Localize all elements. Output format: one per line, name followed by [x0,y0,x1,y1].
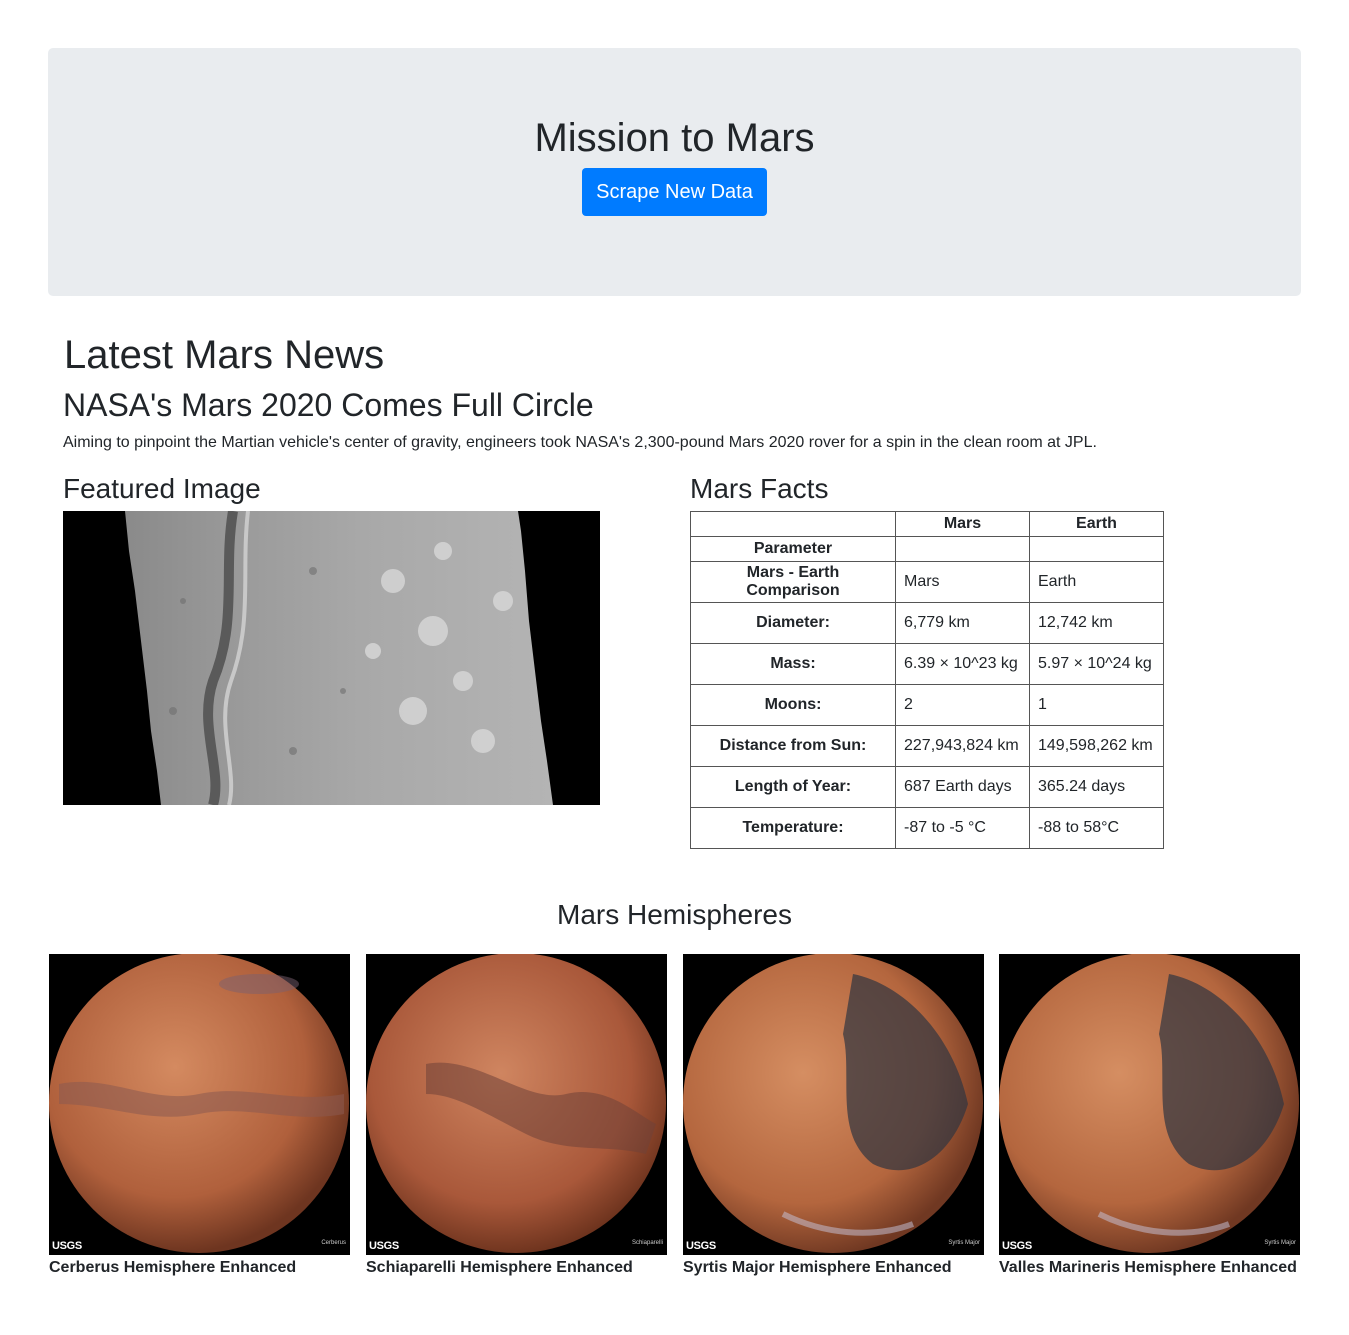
table-row: Diameter: 6,779 km 12,742 km [690,602,1164,644]
row-mars: 2 [895,684,1030,726]
mars-facts-heading: Mars Facts [690,473,829,504]
page-title: Mission to Mars [534,116,815,160]
usgs-logo: USGS [1002,1240,1032,1252]
row-earth: 149,598,262 km [1029,725,1164,767]
row-mars: 6.39 × 10^23 kg [895,643,1030,685]
table-row: Distance from Sun: 227,943,824 km 149,59… [690,725,1164,767]
image-tag: Syrtis Major [1264,1240,1296,1246]
mars-globe-graphic [683,954,984,1255]
param-label: Parameter [690,536,896,562]
row-label: Temperature: [690,807,896,849]
hemisphere-caption[interactable]: Valles Marineris Hemisphere Enhanced [999,1256,1300,1280]
image-tag: Schiaparelli [631,1240,663,1246]
row-label: Mars - Earth Comparison [690,561,896,603]
row-earth: 365.24 days [1029,766,1164,808]
row-label: Moons: [690,684,896,726]
row-label: Length of Year: [690,766,896,808]
usgs-logo: USGS [369,1240,399,1252]
row-label: Distance from Sun: [690,725,896,767]
news-title: NASA's Mars 2020 Comes Full Circle [63,387,594,423]
table-row: Moons: 2 1 [690,684,1164,726]
table-row: Mars - Earth Comparison Mars Earth [690,561,1164,603]
hemisphere-image[interactable]: USGS Schiaparelli [366,954,667,1255]
row-earth: 12,742 km [1029,602,1164,644]
hemisphere-card-schiaparelli[interactable]: USGS Schiaparelli Schiaparelli Hemispher… [366,954,667,1280]
row-earth: -88 to 58°C [1029,807,1164,849]
row-earth: 1 [1029,684,1164,726]
hemisphere-card-valles-marineris[interactable]: USGS Syrtis Major Valles Marineris Hemis… [999,954,1300,1280]
hemisphere-caption[interactable]: Syrtis Major Hemisphere Enhanced [683,1256,984,1280]
mars-globe-graphic [999,954,1300,1255]
param-empty-earth [1029,536,1164,562]
row-mars: -87 to -5 °C [895,807,1030,849]
hemisphere-card-syrtis-major[interactable]: USGS Syrtis Major Syrtis Major Hemispher… [683,954,984,1280]
usgs-logo: USGS [686,1240,716,1252]
mars-globe-graphic [49,954,350,1255]
row-mars: 687 Earth days [895,766,1030,808]
mars-globe-graphic [366,954,667,1255]
image-tag: Syrtis Major [948,1240,980,1246]
mars-facts-table: Mars Earth Parameter Mars - Earth Compar… [690,511,1164,849]
featured-image[interactable] [63,511,600,805]
latest-news-heading: Latest Mars News [64,333,385,377]
row-mars: 6,779 km [895,602,1030,644]
hemisphere-image[interactable]: USGS Syrtis Major [999,954,1300,1255]
row-label: Mass: [690,643,896,685]
hemisphere-card-cerberus[interactable]: USGS Cerberus Cerberus Hemisphere Enhanc… [49,954,350,1280]
row-earth: Earth [1029,561,1164,603]
featured-image-graphic [63,511,600,805]
row-mars: 227,943,824 km [895,725,1030,767]
table-row: Mass: 6.39 × 10^23 kg 5.97 × 10^24 kg [690,643,1164,685]
scrape-new-data-button[interactable]: Scrape New Data [582,168,767,216]
featured-image-heading: Featured Image [63,473,261,504]
col-earth: Earth [1029,511,1164,537]
hemisphere-image[interactable]: USGS Syrtis Major [683,954,984,1255]
param-empty-mars [895,536,1030,562]
hemisphere-image[interactable]: USGS Cerberus [49,954,350,1255]
col-mars: Mars [895,511,1030,537]
table-row: Temperature: -87 to -5 °C -88 to 58°C [690,807,1164,849]
hemispheres-heading: Mars Hemispheres [557,899,792,930]
news-paragraph: Aiming to pinpoint the Martian vehicle's… [63,434,1097,451]
table-corner [690,511,896,537]
image-tag: Cerberus [321,1240,346,1246]
row-mars: Mars [895,561,1030,603]
row-label: Diameter: [690,602,896,644]
hemisphere-caption[interactable]: Schiaparelli Hemisphere Enhanced [366,1256,667,1280]
usgs-logo: USGS [52,1240,82,1252]
table-row: Length of Year: 687 Earth days 365.24 da… [690,766,1164,808]
hemisphere-caption[interactable]: Cerberus Hemisphere Enhanced [49,1256,350,1280]
row-earth: 5.97 × 10^24 kg [1029,643,1164,685]
jumbotron: Mission to Mars Scrape New Data [48,48,1301,296]
